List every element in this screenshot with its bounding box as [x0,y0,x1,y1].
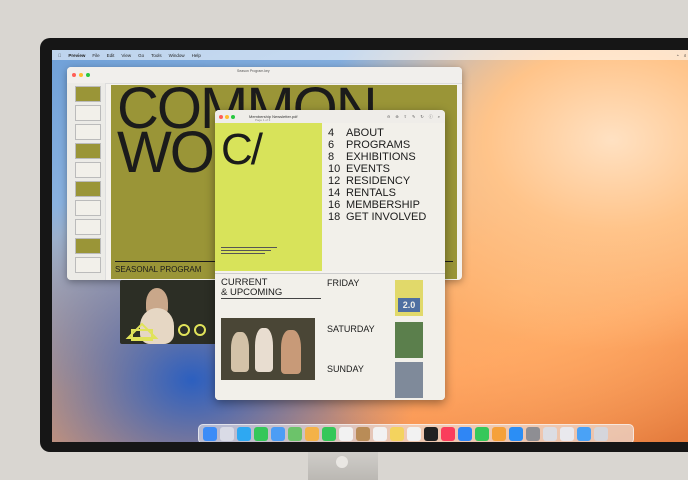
cover-panel: C/ [215,123,322,271]
trash-icon[interactable] [594,427,608,441]
safari-icon[interactable] [237,427,251,441]
tv-icon[interactable] [424,427,438,441]
minimize-button[interactable] [79,73,83,77]
slide-thumbnail[interactable] [75,162,101,178]
preview-icon[interactable] [560,427,574,441]
monitor:  Preview File Edit View Go Tools Window… [40,38,688,452]
event-poster: 2.0 [395,280,423,316]
slide-navigator[interactable] [67,83,106,280]
keynote-icon[interactable] [458,427,472,441]
toc-item[interactable]: 14 RENTALS [328,187,426,199]
freeform-icon[interactable] [407,427,421,441]
maps-icon[interactable] [288,427,302,441]
preview-toolbar: Membership Newsletter.pdf ⊖ ⊕ ⇪ ✎ ↻ ⓘ ⌕ [215,110,445,124]
slide-thumbnail[interactable] [75,257,101,273]
zoom-in-icon[interactable]: ⊕ [395,114,398,120]
rotate-icon[interactable]: ↻ [420,114,423,120]
menu-bar:  Preview File Edit View Go Tools Window… [52,50,688,60]
toc-item[interactable]: 4 ABOUT [328,127,426,139]
cover-copy-lines [221,247,281,254]
pages-icon[interactable] [492,427,506,441]
share-icon[interactable]: ⇪ [404,114,407,120]
numbers-icon[interactable] [475,427,489,441]
launchpad-icon[interactable] [220,427,234,441]
contacts-icon[interactable] [356,427,370,441]
day-heading-sunday: SUNDAY [327,364,364,374]
day-heading-saturday: SATURDAY [327,324,375,334]
search-icon[interactable]: ⌕ [438,114,440,120]
cover-letters: C/ [221,125,263,174]
pdf-page-2[interactable]: CURRENT & UPCOMING FRIDAY SATURDAY SUNDA… [215,273,445,400]
downloads-folder-icon[interactable] [577,427,591,441]
menu-view[interactable]: View [121,53,131,58]
info-icon[interactable]: ⓘ [429,114,433,120]
menu-app-name[interactable]: Preview [68,53,85,58]
stand-hinge [336,456,348,468]
menu-file[interactable]: File [92,53,99,58]
menu-tools[interactable]: Tools [151,53,162,58]
photo-card[interactable] [120,280,218,344]
wifi-icon[interactable]: ◔ [676,53,679,58]
slide-footer: SEASONAL PROGRAM [115,265,202,274]
toc-item[interactable]: 6 PROGRAMS [328,139,426,151]
close-button[interactable] [219,114,223,119]
slide-thumbnail[interactable] [75,143,101,159]
slide-thumbnail[interactable] [75,105,101,121]
slide-thumbnail[interactable] [75,181,101,197]
markup-icon[interactable]: ✎ [412,114,415,120]
menu-edit[interactable]: Edit [107,53,115,58]
toc-item[interactable]: 16 MEMBERSHIP [328,199,426,211]
event-poster [395,322,423,358]
finder-icon[interactable] [203,427,217,441]
event-photo [221,318,315,380]
pdf-page-1[interactable]: C/ 4 ABOUT 6 PROGRAMS 8 EXHIBITIONS 10 EVENT… [215,123,445,271]
keynote-title: Season Program.key [237,69,270,73]
divider [221,298,321,299]
minimize-button[interactable] [225,114,229,119]
dock [198,424,634,442]
close-button[interactable] [72,73,76,77]
heading-line-2: & UPCOMING [221,287,283,298]
preview-window[interactable]: Membership Newsletter.pdf ⊖ ⊕ ⇪ ✎ ↻ ⓘ ⌕ … [215,110,445,400]
notes-icon[interactable] [390,427,404,441]
menu-help[interactable]: Help [192,53,201,58]
music-icon[interactable] [441,427,455,441]
doodle-illustration [125,322,206,341]
messages-icon[interactable] [254,427,268,441]
table-of-contents: 4 ABOUT 6 PROGRAMS 8 EXHIBITIONS 10 EVENTS 1… [328,127,426,223]
slide-thumbnail[interactable] [75,86,101,102]
reminders-icon[interactable] [373,427,387,441]
mail-icon[interactable] [271,427,285,441]
calendar-icon[interactable] [339,427,353,441]
menu-go[interactable]: Go [138,53,144,58]
section-heading: CURRENT & UPCOMING [221,278,282,298]
apple-icon[interactable]:  [58,53,61,58]
search-icon[interactable]: ⌕ [684,53,687,58]
menu-window[interactable]: Window [169,53,185,58]
toc-item[interactable]: 10 EVENTS [328,163,426,175]
settings-icon[interactable] [526,427,540,441]
slide-thumbnail[interactable] [75,219,101,235]
app-store-icon[interactable] [509,427,523,441]
facetime-icon[interactable] [322,427,336,441]
photos-icon[interactable] [305,427,319,441]
event-poster [395,362,423,398]
slide-thumbnail[interactable] [75,124,101,140]
zoom-out-icon[interactable]: ⊖ [387,114,390,120]
page-indicator: Page 1 of 3 [255,118,271,122]
slide-thumbnail[interactable] [75,238,101,254]
poster-number: 2.0 [398,298,420,312]
day-heading-friday: FRIDAY [327,278,360,288]
zoom-button[interactable] [231,114,235,119]
iphone-mirroring-icon[interactable] [543,427,557,441]
toc-item[interactable]: 8 EXHIBITIONS [328,151,426,163]
slide-thumbnail[interactable] [75,200,101,216]
zoom-button[interactable] [86,73,90,77]
toc-item[interactable]: 18 GET INVOLVED [328,211,426,223]
toc-item[interactable]: 12 RESIDENCY [328,175,426,187]
desktop-screen:  Preview File Edit View Go Tools Window… [52,50,688,442]
